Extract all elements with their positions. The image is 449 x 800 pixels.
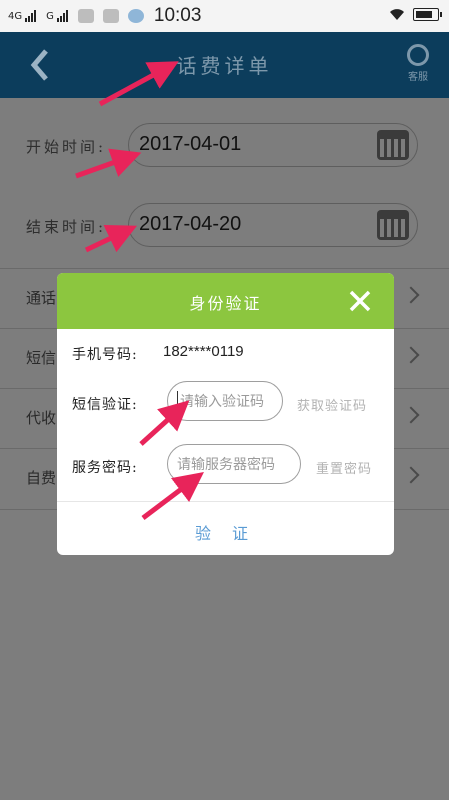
annotation-arrow	[139, 400, 190, 446]
annotation-arrow	[75, 148, 142, 179]
annotation-arrow	[141, 471, 204, 520]
annotation-arrows	[75, 61, 204, 520]
annotation-arrow	[98, 61, 179, 107]
annotation-arrow	[84, 225, 138, 253]
